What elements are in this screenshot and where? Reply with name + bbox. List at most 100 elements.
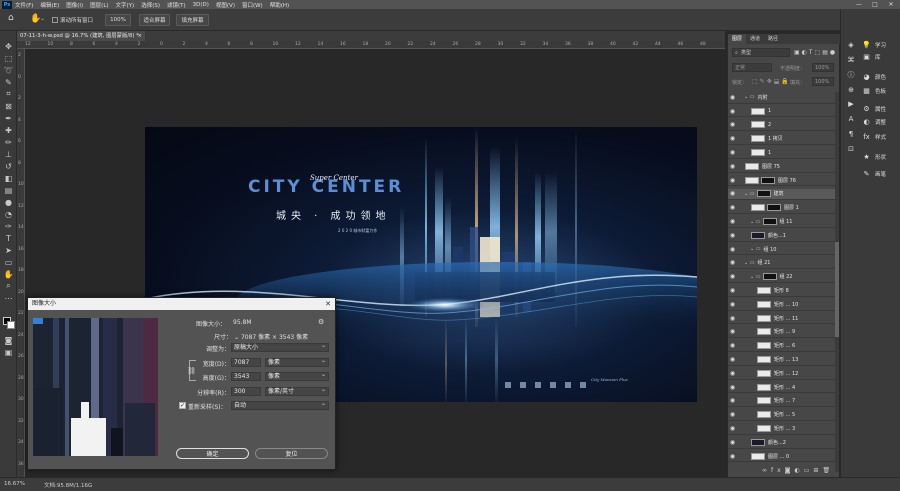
dock-panel-swatches[interactable]: ▦ 色板 [862,86,886,95]
gradient-tool-icon[interactable]: ▤ [3,185,14,195]
layer-mask-thumbnail[interactable] [761,176,775,184]
dock-panel-styles[interactable]: fx 样式 [862,132,886,141]
visibility-eye-icon[interactable]: ◉ [728,108,737,115]
layer-row[interactable]: ◉ ⌄ ▭ 内附 [728,92,836,104]
trash-icon[interactable]: 🗑 [822,467,834,474]
tab-paths[interactable]: 路径 [764,34,782,44]
menu-3d[interactable]: 3D(D) [193,2,209,8]
visibility-eye-icon[interactable]: ◉ [728,328,737,335]
visibility-eye-icon[interactable]: ◉ [728,135,737,142]
close-window-button[interactable]: ✕ [884,0,898,9]
visibility-eye-icon[interactable]: ◉ [728,259,737,266]
new-layer-icon[interactable]: ⊞ [813,467,822,474]
dock-panel-learn[interactable]: 💡 学习 [862,40,886,49]
dock-panel-color[interactable]: ◕ 颜色 [862,72,886,81]
layer-thumbnail[interactable] [757,314,771,322]
vertical-ruler[interactable]: 2 0 2 4 6 8 10 12 14 16 18 20 22 24 26 28 30 32 34 36 [17,49,25,477]
quick-select-icon[interactable]: ✎ [3,77,14,87]
menu-image[interactable]: 图像(I) [66,1,83,9]
layer-row[interactable]: ◉ 图层 ... 0 [728,451,836,463]
zoom-level[interactable]: 16.67% [4,481,25,487]
height-input[interactable]: 3543 [231,372,261,381]
fx-icon[interactable]: fx [771,467,785,474]
layer-row[interactable]: ◉ 矩形 ... 4 [728,382,836,394]
layer-row[interactable]: ◉ ⌄ ▭ 建筑 [728,188,836,201]
ok-button[interactable]: 确定 [176,448,249,459]
more-tools-icon[interactable]: ⋯ [3,293,14,303]
home-icon[interactable]: ⌂ [8,13,18,25]
layer-row[interactable]: ◉ 矩形 ... 11 [728,313,836,325]
zoom-tool-icon[interactable]: ⌕ [3,281,14,291]
menu-type[interactable]: 文字(Y) [116,1,135,9]
maximize-button[interactable]: □ [868,0,882,9]
close-tab-icon[interactable]: × [138,31,142,41]
path-select-icon[interactable]: ➤ [3,245,14,255]
menu-file[interactable]: 文件(F) [15,1,33,9]
visibility-eye-icon[interactable]: ◉ [728,411,737,418]
layer-mask-thumbnail[interactable] [756,190,771,198]
layer-row[interactable]: ◉ 矩形 8 [728,285,836,297]
layer-row[interactable]: ◉ 矩形 ... 6 [728,340,836,353]
navigator-icon[interactable]: ⊕ [846,85,856,95]
dodge-tool-icon[interactable]: ◔ [3,209,14,219]
folder-icon[interactable]: ⌄ ▭ [744,191,755,197]
tab-layers[interactable]: 图层 [728,34,747,44]
visibility-eye-icon[interactable]: ◉ [728,94,737,101]
layer-thumbnail[interactable] [751,204,765,212]
healing-brush-icon[interactable]: ✚ [3,125,14,135]
resample-select[interactable]: 自动 [231,400,329,410]
lasso-tool-icon[interactable]: ➰ [3,65,14,75]
visibility-eye-icon[interactable]: ◉ [728,218,737,225]
layer-row[interactable]: ◉ 矩形 ... 10 [728,299,836,311]
scroll-all-windows-checkbox[interactable] [52,17,58,23]
visibility-eye-icon[interactable]: ◉ [728,121,737,128]
layer-thumbnail[interactable] [757,411,771,419]
fill-input[interactable]: 100% [812,77,834,86]
folder-icon[interactable]: ▭ [804,467,814,474]
layer-thumbnail[interactable] [757,356,771,364]
info-icon[interactable]: ⓘ [846,70,856,80]
settings-gear-icon[interactable]: ⚙ [318,318,324,326]
dock-panel-properties[interactable]: ⚙ 属性 [862,104,886,113]
visibility-eye-icon[interactable]: ◉ [728,232,737,239]
layer-thumbnail[interactable] [757,383,771,391]
history-brush-icon[interactable]: ↺ [3,161,14,171]
visibility-eye-icon[interactable]: ◉ [728,425,737,432]
layer-row[interactable]: ◉ 图层 1 [728,202,836,215]
visibility-eye-icon[interactable]: ◉ [728,163,737,170]
dialog-close-button[interactable]: ✕ [325,298,331,310]
photoshop-logo[interactable]: Ps [2,0,12,9]
tab-channels[interactable]: 通道 [746,34,764,44]
history-icon[interactable]: ⌘ [846,55,856,65]
visibility-eye-icon[interactable]: ◉ [728,453,737,460]
background-color-swatch[interactable] [7,321,15,329]
layer-row[interactable]: ◉ ⌄ ▭ 组 11 [728,216,836,228]
play-icon[interactable]: ▶ [846,99,856,109]
layer-thumbnail[interactable] [757,369,771,377]
layer-row[interactable]: ◉ 矩形 ... 5 [728,409,836,422]
layer-row[interactable]: ◉ 颜色...2 [728,437,836,449]
layer-thumbnail[interactable] [751,121,765,129]
folder-icon[interactable]: ⌄ ▭ [750,274,761,280]
layer-row[interactable]: ◉ 2 [728,120,836,132]
layer-mask-thumbnail[interactable] [767,204,781,212]
layer-row[interactable]: ◉ 矩形 ... 12 [728,368,836,380]
layer-row[interactable]: ◉ 矩形 ... 9 [728,327,836,339]
horizontal-ruler[interactable]: 12 10 8 6 4 2 0 2 4 6 8 10 12 14 16 18 20 22 24 26 28 30 32 34 3… [17,41,725,49]
character-icon[interactable]: A [846,114,856,124]
height-unit-select[interactable]: 像素 [265,371,329,381]
layer-thumbnail[interactable] [745,162,759,170]
link-chain-icon[interactable]: ⛓ [187,367,196,375]
blur-tool-icon[interactable]: ● [3,197,14,207]
opacity-input[interactable]: 100% [812,63,834,72]
eyedropper-icon[interactable]: ✒ [3,113,14,123]
layer-thumbnail[interactable] [751,438,765,446]
menu-filter[interactable]: 滤镜(T) [167,1,186,9]
fit-screen-button[interactable]: 适合屏幕 [139,14,170,26]
layer-row[interactable]: ◉ 图层 76 [728,175,836,187]
document-info[interactable]: 文档:95.8M/1.16G [44,481,92,489]
width-unit-select[interactable]: 像素 [265,357,329,367]
layer-thumbnail[interactable] [745,176,759,184]
dock-panel-brush[interactable]: ✎ 画笔 [862,169,886,178]
pen-tool-icon[interactable]: ✑ [3,221,14,231]
